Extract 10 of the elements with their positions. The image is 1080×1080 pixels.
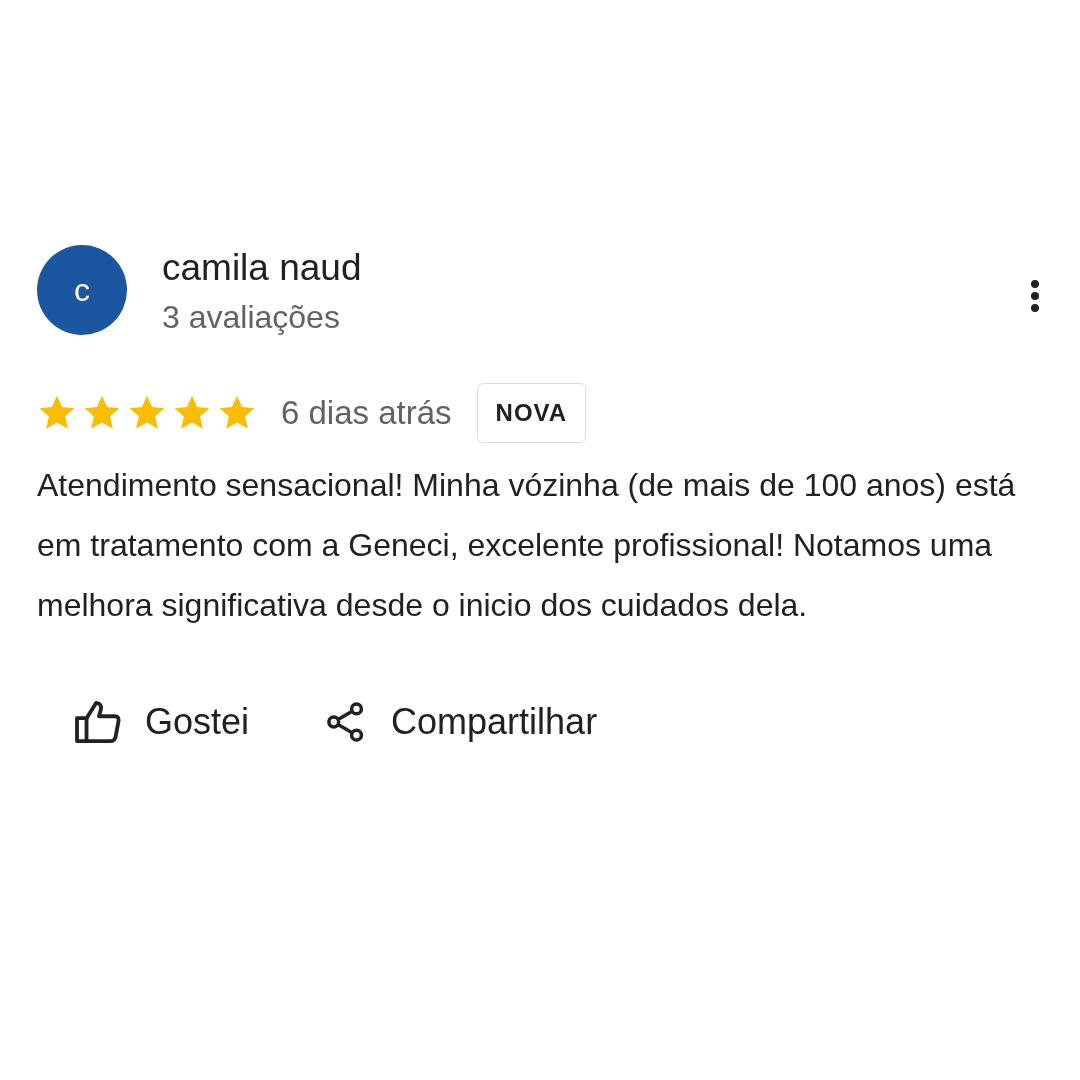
author-name[interactable]: camila naud <box>162 247 1030 289</box>
review-count: 3 avaliações <box>162 298 341 337</box>
review-text: Atendimento sensacional! Minha vózinha (de mais de 100 anos) está em tratamento com a Geneci, excelente profissional! Notamos uma melhora significativa desde o inicio dos cuidados dela. <box>37 466 1017 625</box>
new-badge: NOVA <box>476 383 587 443</box>
more-options-icon[interactable] <box>1030 279 1040 313</box>
like-button[interactable]: Gostei <box>67 693 258 751</box>
review-time: 6 dias atrás <box>281 394 452 432</box>
share-button[interactable]: Compartilhar <box>317 693 606 751</box>
avatar: c <box>37 245 127 335</box>
thumbs-up-icon <box>75 701 121 743</box>
